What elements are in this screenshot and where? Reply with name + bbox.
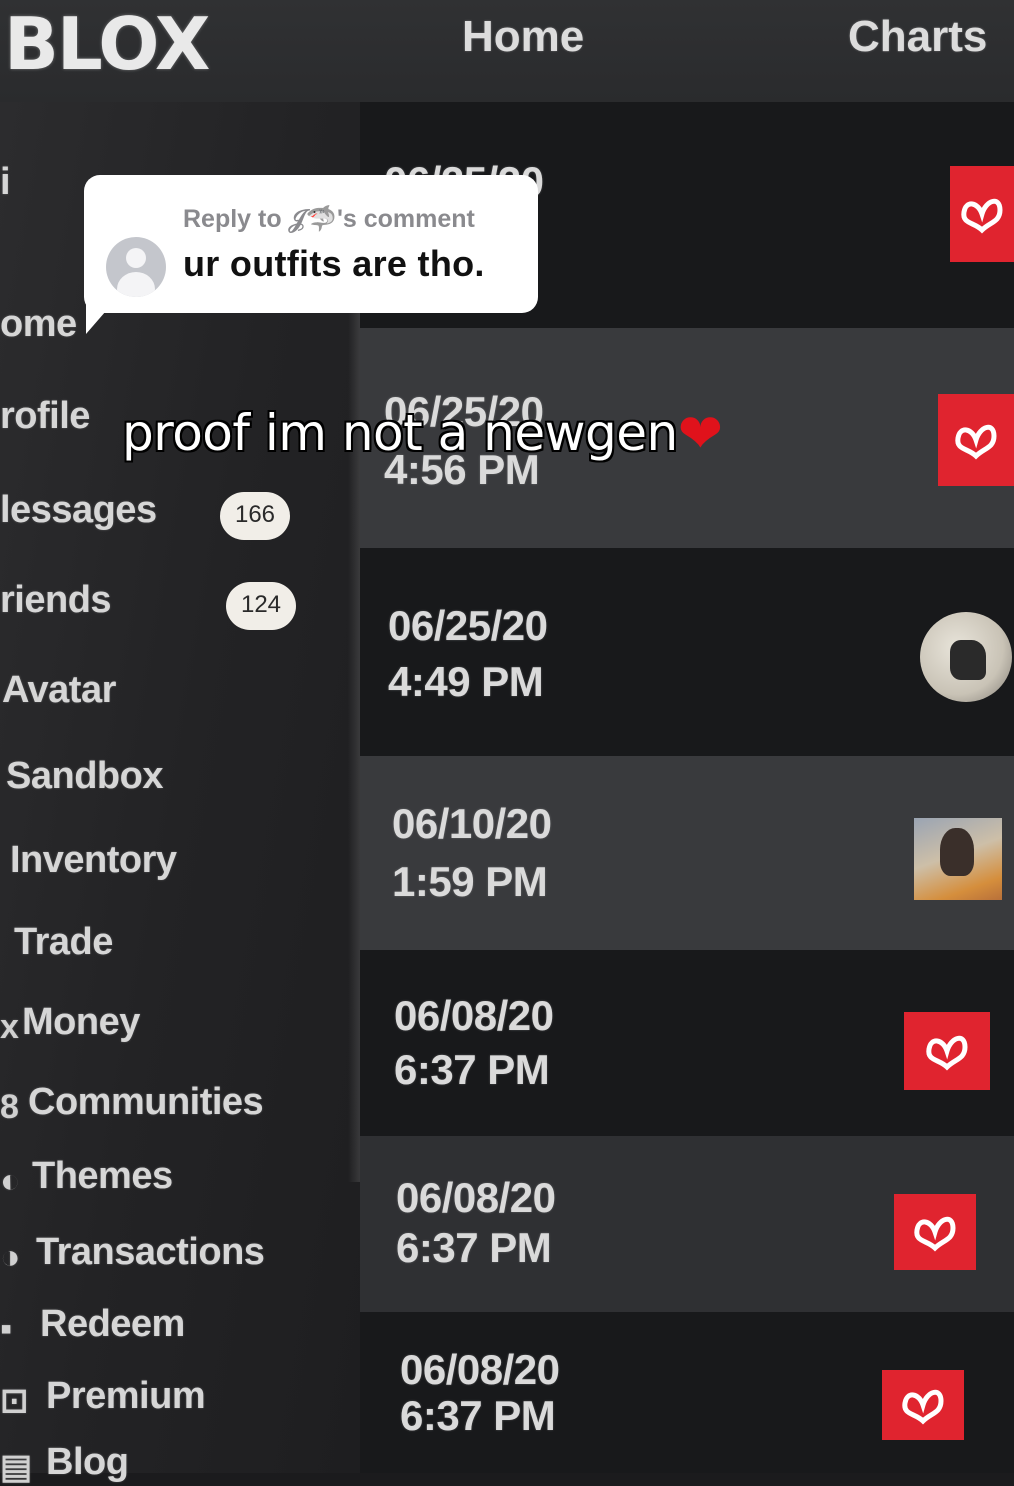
user-avatar-thumbnail[interactable] <box>920 612 1012 702</box>
video-caption: proof im not a newgen❤ <box>122 402 723 465</box>
transactions-icon: ◑ <box>0 1238 21 1276</box>
feed-row-time: 4:49 PM <box>388 658 544 705</box>
butterfly-thumbnail-icon[interactable] <box>938 394 1014 486</box>
feed-row-date: 06/10/20 <box>392 800 552 847</box>
feed-row-time: 6:37 PM <box>394 1046 550 1093</box>
sidebar-item-communities[interactable]: 8 Communities <box>0 1080 264 1126</box>
nav-charts-link[interactable]: Charts <box>848 12 987 62</box>
red-heart-icon: ❤ <box>677 402 723 465</box>
feed-row[interactable]: 06/10/20 1:59 PM <box>360 756 1014 950</box>
feed-row[interactable]: 06/08/20 6:37 PM <box>360 1312 1014 1473</box>
butterfly-thumbnail-icon[interactable] <box>882 1370 964 1440</box>
feed-row-date: 06/08/20 <box>400 1346 560 1393</box>
blog-icon: ▤ <box>0 1448 32 1486</box>
sidebar-item-trade-label: Trade <box>14 921 113 963</box>
premium-icon: ⊡ <box>0 1382 29 1420</box>
feed-row-date: 06/08/20 <box>394 992 554 1039</box>
sidebar-item-sandbox[interactable]: Sandbox <box>6 754 163 798</box>
sidebar-item-premium[interactable]: ⊡ Premium <box>0 1374 206 1420</box>
butterfly-thumbnail-icon[interactable] <box>894 1194 976 1270</box>
sidebar-item-money-label: Money <box>22 1001 140 1043</box>
redeem-card-icon: ▪ <box>0 1310 12 1348</box>
top-navigation-bar: BLOX Home Charts <box>0 0 1014 102</box>
sidebar-item-themes[interactable]: ◐ Themes <box>0 1154 173 1198</box>
caption-text: proof im not a newgen <box>122 404 678 462</box>
reply-comment-bubble[interactable]: Reply to 𝒥🦈's comment ur outfits are tho… <box>84 175 538 313</box>
sidebar-item-friends[interactable]: riends <box>0 578 112 622</box>
sidebar-item-themes-label: Themes <box>32 1155 173 1197</box>
themes-icon: ◐ <box>0 1162 21 1200</box>
sidebar-item-inventory[interactable]: Inventory <box>10 838 177 882</box>
nav-home-link[interactable]: Home <box>462 12 584 62</box>
sidebar-item-redeem-label: Redeem <box>40 1303 185 1345</box>
feed-row-time: 6:37 PM <box>400 1392 556 1439</box>
sidebar-item-transactions-label: Transactions <box>36 1231 265 1273</box>
sidebar-item-home[interactable]: ome <box>0 302 77 346</box>
messages-count-badge: 166 <box>220 492 290 540</box>
default-avatar-icon <box>106 237 166 297</box>
sidebar-item-trade[interactable]: Trade <box>14 920 113 964</box>
friends-count-badge: 124 <box>226 582 296 630</box>
sidebar-item-premium-label: Premium <box>46 1375 206 1417</box>
butterfly-thumbnail-icon[interactable] <box>950 166 1014 262</box>
feed-row[interactable]: 06/08/20 6:37 PM <box>360 1136 1014 1312</box>
photo-thumbnail[interactable] <box>914 818 1002 900</box>
sidebar-item-blog-label: Blog <box>46 1441 129 1483</box>
sidebar-item-communities-label: Communities <box>28 1081 264 1123</box>
reply-comment-text: ur outfits are tho. <box>183 243 485 284</box>
sidebar-item-messages[interactable]: lessages <box>0 488 157 532</box>
feed-row-time: 6:37 PM <box>396 1224 552 1271</box>
feed-row-date: 06/08/20 <box>396 1174 556 1221</box>
sidebar-item-money[interactable]: xMoney <box>0 1000 140 1044</box>
sidebar-item-profile[interactable]: rofile <box>0 394 90 438</box>
sidebar-item-user[interactable]: i <box>0 160 11 204</box>
sidebar-item-transactions[interactable]: ◑ Transactions <box>0 1230 265 1276</box>
reply-to-label: Reply to 𝒥🦈's comment <box>183 205 475 233</box>
site-logo[interactable]: BLOX <box>4 4 210 84</box>
feed-row-date: 06/25/20 <box>388 602 548 649</box>
communities-icon: 8 <box>0 1088 19 1126</box>
feed-row[interactable]: 06/25/20 4:49 PM <box>360 548 1014 756</box>
butterfly-thumbnail-icon[interactable] <box>904 1012 990 1090</box>
feed-row[interactable]: 06/08/20 6:37 PM <box>360 950 1014 1136</box>
sidebar-item-avatar[interactable]: Avatar <box>2 668 116 712</box>
feed-row-time: 1:59 PM <box>392 858 548 905</box>
money-icon: x <box>0 1008 19 1046</box>
sidebar-item-blog[interactable]: ▤ Blog <box>0 1440 129 1486</box>
sidebar-item-redeem[interactable]: ▪ Redeem <box>0 1302 185 1346</box>
